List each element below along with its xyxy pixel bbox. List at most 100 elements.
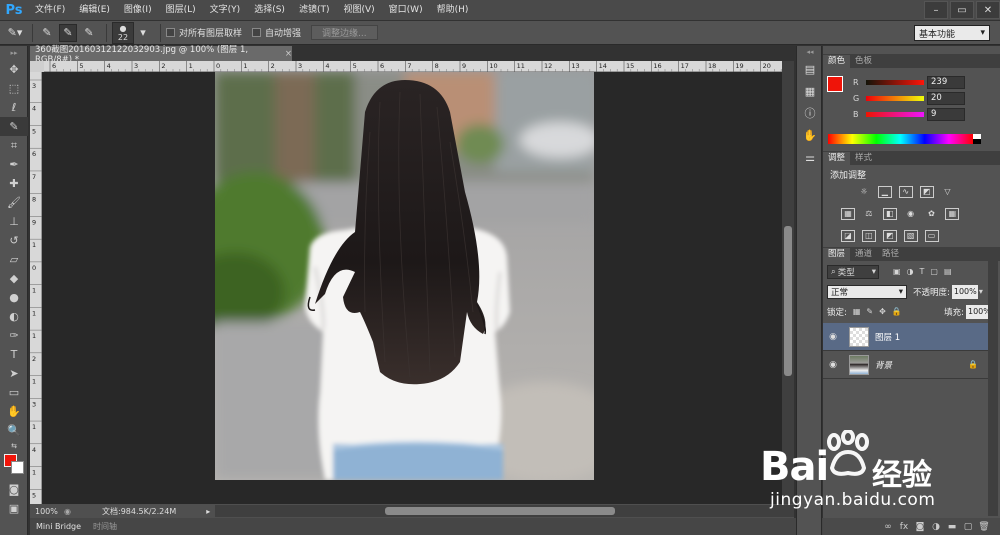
rectangle-tool-icon[interactable]: ▭ [0, 383, 28, 402]
layer-row-layer1[interactable]: ◉ 图层 1 [823, 323, 988, 351]
properties-panel-icon[interactable]: ▦ [797, 80, 823, 102]
default-colors-icon[interactable]: ⇆ [0, 440, 28, 452]
link-layers-icon[interactable]: ∞ [880, 522, 896, 532]
gradient-map-icon[interactable]: ▭ [924, 230, 939, 242]
chevron-down-icon[interactable]: ▾ [979, 287, 983, 296]
vertical-scrollbar[interactable] [782, 61, 794, 504]
tab-paths[interactable]: 路径 [877, 248, 904, 261]
photo-filter-icon[interactable]: ◉ [904, 209, 918, 221]
black-white-icon[interactable]: ◧ [882, 208, 897, 220]
zoom-tool-icon[interactable]: 🔍 [0, 421, 28, 440]
eraser-tool-icon[interactable]: ▱ [0, 250, 28, 269]
menu-filter[interactable]: 滤镜(T) [292, 0, 337, 20]
menu-help[interactable]: 帮助(H) [430, 0, 476, 20]
panel-foreground-swatch[interactable] [827, 76, 843, 92]
close-button[interactable]: ✕ [976, 1, 1000, 19]
layer-name[interactable]: 背景 [875, 359, 892, 371]
red-value[interactable]: 239 [927, 75, 965, 89]
minimize-button[interactable]: – [924, 1, 948, 19]
restore-button[interactable]: ▭ [950, 1, 974, 19]
healing-brush-tool-icon[interactable]: ✚ [0, 174, 28, 193]
hue-saturation-icon[interactable]: ▦ [841, 208, 855, 220]
eye-icon[interactable]: ◉ [823, 332, 843, 342]
layers-scrollbar[interactable] [988, 260, 998, 516]
color-spectrum-bar[interactable] [828, 134, 973, 144]
layer-filter-icons[interactable]: ▣◑T▢▤ [893, 267, 958, 276]
tab-styles[interactable]: 样式 [850, 152, 877, 165]
lasso-tool-icon[interactable]: ℓ [0, 98, 28, 117]
layer-row-background[interactable]: ◉ 背景 🔒 [823, 351, 988, 379]
posterize-icon[interactable]: ◫ [861, 230, 876, 242]
status-menu-arrow-icon[interactable]: ▸ [206, 507, 210, 516]
blur-tool-icon[interactable]: ● [0, 288, 28, 307]
vibrance-icon[interactable]: ▽ [941, 187, 955, 199]
green-value[interactable]: 20 [927, 91, 965, 105]
clone-stamp-tool-icon[interactable]: ⊥ [0, 212, 28, 231]
auto-enhance-checkbox[interactable] [252, 28, 262, 37]
sample-all-layers-checkbox[interactable] [166, 28, 175, 37]
document-tab[interactable]: 360截图20160312122032903.jpg @ 100% (图层 1,… [30, 45, 292, 65]
menu-view[interactable]: 视图(V) [336, 0, 381, 20]
delete-layer-icon[interactable]: 🗑 [976, 522, 992, 532]
new-layer-icon[interactable]: ▢ [960, 522, 976, 532]
eye-icon[interactable]: ◉ [823, 360, 843, 370]
tab-color[interactable]: 颜色 [823, 55, 851, 68]
close-icon[interactable]: × [285, 49, 292, 59]
vertical-scroll-thumb[interactable] [784, 226, 792, 376]
menu-layer[interactable]: 图层(L) [159, 0, 203, 20]
sample-all-layers-option[interactable]: 对所有图层取样 [166, 26, 242, 39]
chevron-down-icon[interactable]: ▾ [134, 24, 152, 42]
brush-tool-icon[interactable]: 🖌 [0, 193, 28, 212]
tab-adjustments[interactable]: 调整 [823, 152, 851, 165]
tool-preset-icon[interactable]: ✎▾ [6, 24, 24, 42]
menu-image[interactable]: 图像(I) [117, 0, 159, 20]
blue-slider[interactable] [866, 111, 924, 117]
paint-bucket-tool-icon[interactable]: ◆ [0, 269, 28, 288]
brightness-icon[interactable]: ☼ [857, 187, 871, 199]
pen-tool-icon[interactable]: ✑ [0, 326, 28, 345]
dodge-tool-icon[interactable]: ◐ [0, 307, 28, 326]
type-tool-icon[interactable]: T [0, 345, 28, 364]
workspace-select[interactable]: 基本功能 ▾ [914, 25, 990, 41]
horizontal-scroll-thumb[interactable] [385, 507, 615, 515]
black-white-ramp[interactable] [973, 134, 981, 144]
channel-mixer-icon[interactable]: ✿ [925, 209, 939, 221]
tab-swatches[interactable]: 色板 [850, 55, 877, 68]
zoom-level[interactable]: 100% [30, 507, 64, 516]
marquee-tool-icon[interactable]: ⬚ [0, 79, 28, 98]
add-mask-icon[interactable]: ◙ [912, 522, 928, 532]
info-panel-icon[interactable]: ⓘ [797, 102, 823, 124]
quick-selection-tool-icon[interactable]: ✎ [0, 117, 28, 136]
selective-color-icon[interactable]: ▧ [903, 230, 918, 242]
tool-presets-icon[interactable]: ✋ [797, 124, 823, 146]
history-panel-icon[interactable]: ▤ [797, 58, 823, 80]
auto-enhance-option[interactable]: 自动增强 [252, 26, 301, 39]
new-selection-brush-icon[interactable]: ✎ [38, 24, 56, 42]
path-selection-tool-icon[interactable]: ➤ [0, 364, 28, 383]
panel-collapse-icon[interactable]: ▸▸ [0, 46, 28, 60]
invert-icon[interactable]: ◪ [841, 230, 855, 242]
eyedropper-tool-icon[interactable]: ✒ [0, 155, 28, 174]
layer-name[interactable]: 图层 1 [875, 331, 900, 343]
tab-layers[interactable]: 图层 [823, 248, 851, 261]
new-group-icon[interactable]: ▬ [944, 522, 960, 532]
quick-mask-icon[interactable]: ◙ [0, 480, 28, 499]
threshold-icon[interactable]: ◩ [882, 230, 897, 242]
color-lookup-icon[interactable]: ▦ [945, 208, 960, 220]
add-selection-brush-icon[interactable]: ✎ [59, 23, 77, 42]
brush-panel-icon[interactable]: ⚌ [797, 146, 823, 168]
layer-filter-select[interactable]: ⌕ 类型 ▾ [827, 264, 879, 279]
document-image[interactable] [215, 72, 594, 480]
layer-style-icon[interactable]: fx [896, 522, 912, 532]
exposure-icon[interactable]: ◩ [919, 186, 934, 198]
green-slider[interactable] [866, 95, 924, 101]
move-tool-icon[interactable]: ✥ [0, 60, 28, 79]
menu-file[interactable]: 文件(F) [28, 0, 72, 20]
blend-mode-select[interactable]: 正常 ▾ [827, 284, 907, 299]
status-info-icon[interactable]: ◉ [64, 507, 78, 516]
subtract-selection-brush-icon[interactable]: ✎ [80, 24, 98, 42]
screen-mode-icon[interactable]: ▣ [0, 499, 28, 518]
opacity-value[interactable]: 100% [951, 284, 978, 299]
new-adjustment-icon[interactable]: ◑ [928, 522, 944, 532]
curves-icon[interactable]: ∿ [898, 186, 913, 198]
